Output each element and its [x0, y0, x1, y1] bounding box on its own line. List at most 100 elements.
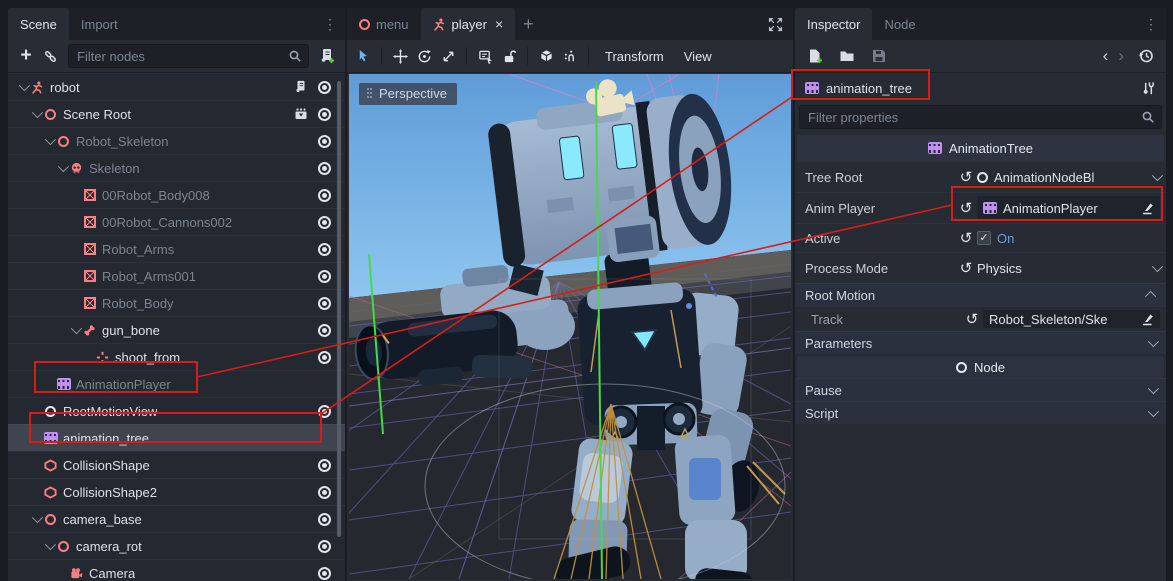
close-tab-icon[interactable]: × — [495, 16, 503, 32]
tree-row-00robot-cannons002[interactable]: 00Robot_Cannons002 — [8, 208, 345, 235]
checkbox-checked-icon[interactable] — [977, 231, 991, 245]
list-select-tool-icon[interactable] — [473, 44, 497, 68]
visibility-eye-icon[interactable] — [318, 270, 331, 283]
visibility-eye-icon[interactable] — [318, 513, 331, 526]
expand-arrow-icon[interactable] — [58, 161, 69, 172]
add-node-button[interactable]: + — [14, 44, 38, 68]
visibility-eye-icon[interactable] — [318, 324, 331, 337]
visibility-eye-icon[interactable] — [318, 567, 331, 580]
tree-row-robot-arms001[interactable]: Robot_Arms001 — [8, 262, 345, 289]
visibility-eye-icon[interactable] — [318, 81, 331, 94]
new-resource-button[interactable] — [803, 44, 827, 68]
revert-icon[interactable]: ↺ — [955, 199, 977, 217]
lock-icon[interactable] — [497, 44, 521, 68]
tree-row-camera-base[interactable]: camera_base — [8, 505, 345, 532]
tree-root-value[interactable]: AnimationNodeBl — [977, 170, 1160, 185]
history-back-button[interactable]: ‹ — [1103, 46, 1109, 66]
assign-icon[interactable] — [1140, 312, 1154, 326]
visibility-eye-icon[interactable] — [318, 405, 331, 418]
tree-row-collision-shape[interactable]: CollisionShape — [8, 451, 345, 478]
inspector-menu-icon[interactable]: ⋮ — [1144, 15, 1158, 33]
instance-scene-button[interactable] — [38, 44, 62, 68]
visibility-eye-icon[interactable] — [318, 135, 331, 148]
revert-icon[interactable]: ↺ — [961, 310, 983, 328]
revert-icon[interactable]: ↺ — [955, 229, 977, 247]
section-script[interactable]: Script — [795, 401, 1166, 424]
local-space-icon[interactable] — [558, 44, 582, 68]
scale-tool-icon[interactable] — [436, 44, 460, 68]
filter-nodes-input[interactable] — [68, 44, 309, 68]
rotate-tool-icon[interactable] — [412, 44, 436, 68]
tab-import[interactable]: Import — [69, 8, 130, 40]
expand-arrow-icon[interactable] — [71, 323, 82, 334]
revert-icon[interactable]: ↺ — [955, 168, 977, 186]
track-value[interactable]: Robot_Skeleton/Ske — [983, 310, 1160, 328]
load-resource-button[interactable] — [835, 44, 859, 68]
tree-row-robot-body[interactable]: Robot_Body — [8, 289, 345, 316]
object-tools-icon[interactable] — [1141, 81, 1156, 96]
tree-row-00robot-body008[interactable]: 00Robot_Body008 — [8, 181, 345, 208]
move-tool-icon[interactable] — [388, 44, 412, 68]
expand-arrow-icon[interactable] — [45, 539, 56, 550]
visibility-eye-icon[interactable] — [318, 189, 331, 202]
tab-node[interactable]: Node — [872, 8, 927, 40]
tree-row-robot-arms[interactable]: Robot_Arms — [8, 235, 345, 262]
tab-player-scene[interactable]: player × — [421, 8, 516, 40]
anim-player-value[interactable]: AnimationPlayer — [977, 196, 1160, 220]
tree-row-robot-skeleton[interactable]: Robot_Skeleton — [8, 127, 345, 154]
attach-script-button[interactable] — [315, 44, 339, 68]
save-resource-button[interactable] — [867, 44, 891, 68]
visibility-eye-icon[interactable] — [318, 486, 331, 499]
visibility-eye-icon[interactable] — [318, 243, 331, 256]
chevron-down-icon[interactable] — [1152, 261, 1163, 272]
tree-row-root-motion-view[interactable]: RootMotionView — [8, 397, 345, 424]
visibility-eye-icon[interactable] — [318, 162, 331, 175]
category-animation-tree[interactable]: AnimationTree — [797, 135, 1164, 161]
filter-properties-input[interactable] — [799, 105, 1162, 129]
tree-row-camera[interactable]: Camera — [8, 559, 345, 581]
expand-arrow-icon[interactable] — [32, 107, 43, 118]
tree-row-camera-rot[interactable]: camera_rot — [8, 532, 345, 559]
filter-properties-field[interactable] — [806, 109, 1141, 126]
3d-viewport[interactable]: Perspective — [349, 74, 791, 579]
chevron-down-icon[interactable] — [1152, 170, 1163, 181]
instanced-scene-icon[interactable] — [294, 107, 308, 121]
expand-arrow-icon[interactable] — [32, 512, 43, 523]
script-icon[interactable] — [294, 80, 308, 94]
filter-nodes-field[interactable] — [75, 48, 288, 65]
tree-row-gun-bone[interactable]: gun_bone — [8, 316, 345, 343]
section-parameters[interactable]: Parameters — [795, 331, 1166, 354]
visibility-eye-icon[interactable] — [318, 459, 331, 472]
history-forward-button[interactable]: › — [1118, 46, 1124, 66]
visibility-eye-icon[interactable] — [318, 351, 331, 364]
category-node[interactable]: Node — [797, 356, 1164, 378]
tab-inspector[interactable]: Inspector — [795, 8, 872, 40]
transform-menu[interactable]: Transform — [595, 49, 674, 64]
assign-icon[interactable] — [1140, 201, 1154, 215]
visibility-eye-icon[interactable] — [318, 108, 331, 121]
perspective-menu[interactable]: Perspective — [359, 83, 457, 105]
section-pause[interactable]: Pause — [795, 378, 1166, 401]
scene-dock-menu-icon[interactable]: ⋮ — [323, 15, 337, 33]
tree-row-robot[interactable]: robot — [8, 73, 345, 100]
scene-tree-scrollbar[interactable] — [337, 81, 341, 537]
expand-viewport-icon[interactable] — [768, 17, 783, 32]
tree-row-shoot-from[interactable]: shoot_from — [8, 343, 345, 370]
process-mode-dropdown[interactable]: Physics — [977, 261, 1160, 276]
tree-row-animation-tree[interactable]: animation_tree — [8, 424, 345, 451]
tab-menu-scene[interactable]: menu — [347, 8, 421, 40]
tree-row-collision-shape2[interactable]: CollisionShape2 — [8, 478, 345, 505]
history-icon[interactable] — [1134, 44, 1158, 68]
visibility-eye-icon[interactable] — [318, 540, 331, 553]
expand-arrow-icon[interactable] — [19, 80, 30, 91]
section-root-motion[interactable]: Root Motion — [795, 283, 1166, 306]
tree-row-animation-player[interactable]: AnimationPlayer — [8, 370, 345, 397]
tree-row-scene-root[interactable]: Scene Root — [8, 100, 345, 127]
select-tool-icon[interactable] — [351, 44, 375, 68]
new-scene-tab-button[interactable]: + — [515, 8, 542, 40]
expand-arrow-icon[interactable] — [45, 134, 56, 145]
view-menu[interactable]: View — [674, 49, 722, 64]
visibility-eye-icon[interactable] — [318, 297, 331, 310]
visibility-eye-icon[interactable] — [318, 216, 331, 229]
revert-icon[interactable]: ↺ — [955, 259, 977, 277]
